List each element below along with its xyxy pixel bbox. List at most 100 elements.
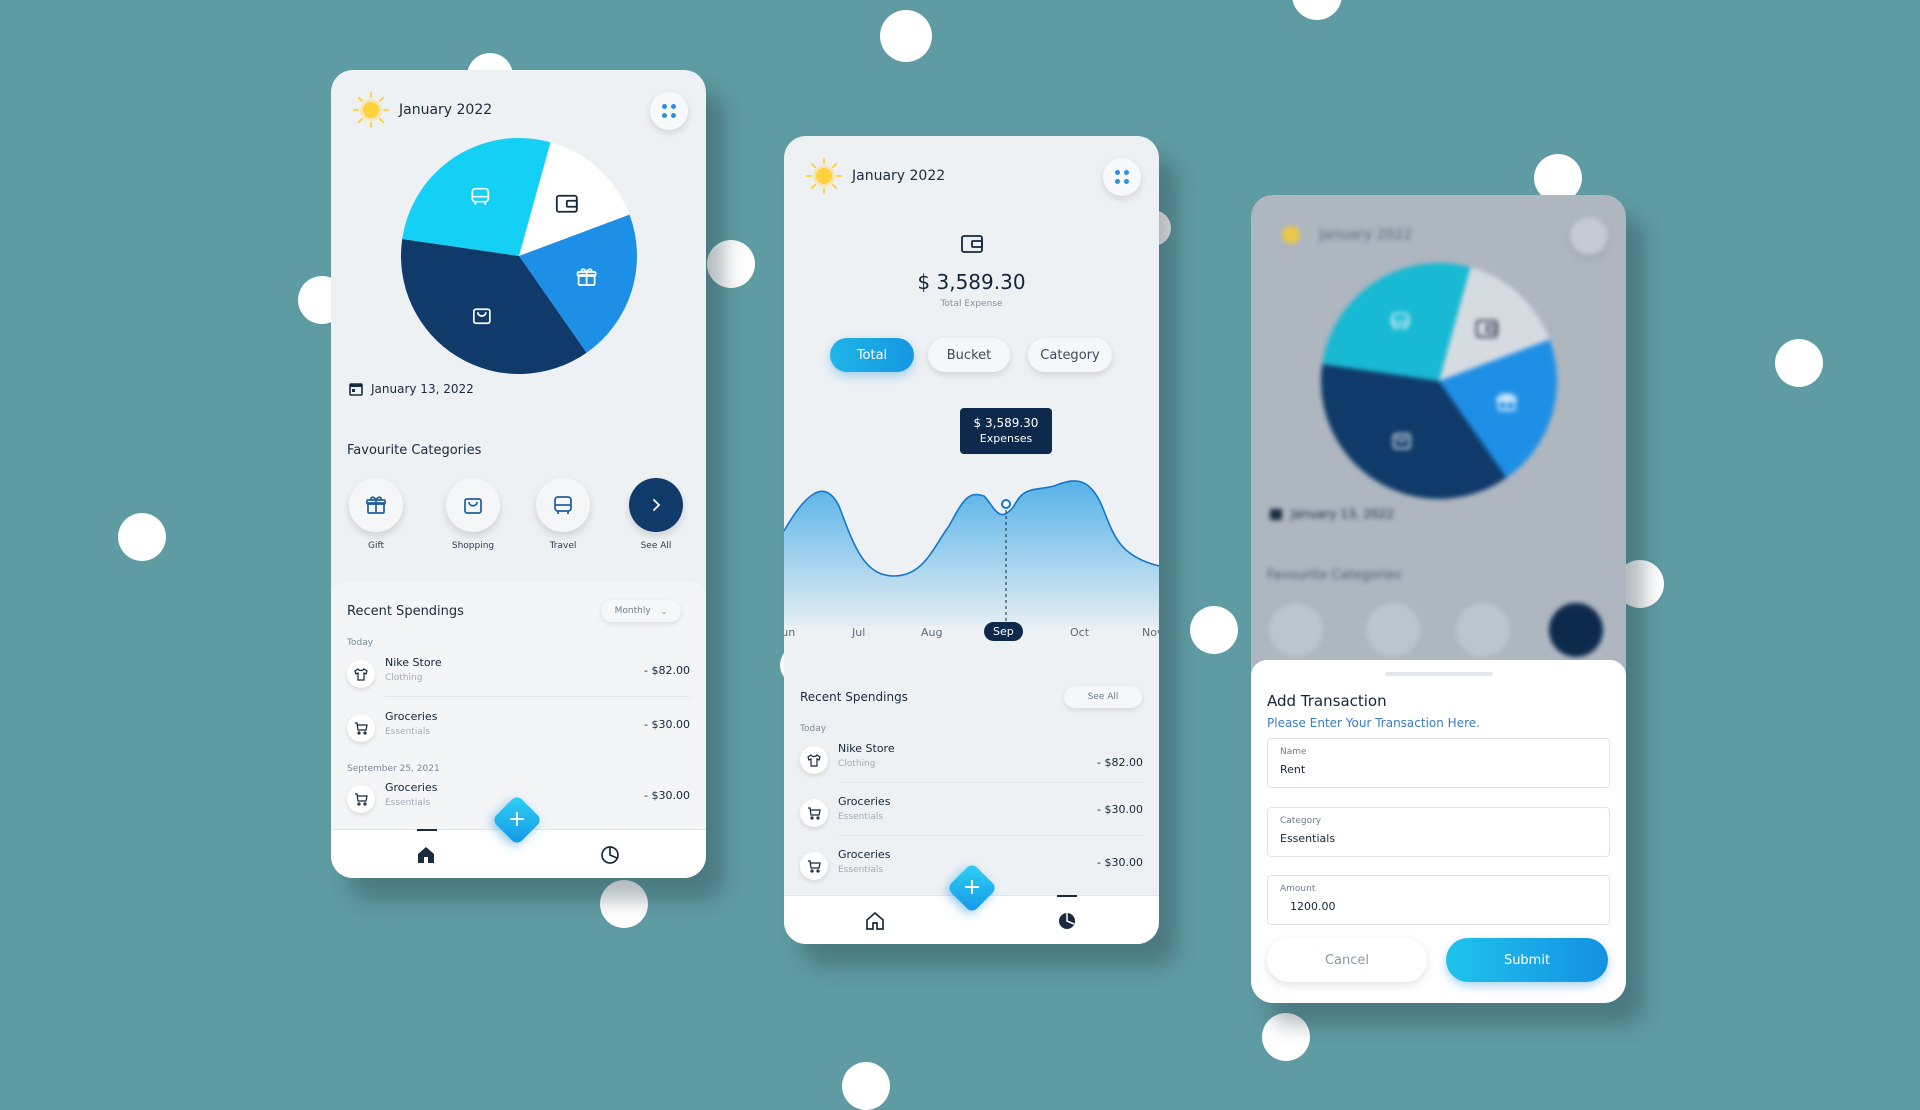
field-label: Amount [1280, 884, 1316, 894]
dot [671, 104, 676, 109]
transaction-category: Clothing [385, 673, 423, 683]
date-label: January 13, 2022 [1291, 507, 1394, 521]
submit-button[interactable]: Submit [1446, 938, 1608, 982]
menu-button[interactable] [650, 92, 688, 130]
favourite-travel[interactable]: Travel [528, 478, 598, 551]
decor-dot [880, 10, 932, 62]
phone-screen-overview: January 2022 January 13, 2022 Favourite … [331, 70, 706, 878]
date-row: January 13, 2022 [349, 382, 474, 396]
favourite-shopping[interactable]: Shopping [438, 478, 508, 551]
category-pie-chart[interactable] [401, 138, 637, 374]
month-tick[interactable]: Nov [1142, 626, 1159, 639]
transaction-amount: - $30.00 [644, 718, 690, 731]
gift-icon [366, 496, 386, 514]
favourite-label: Travel [549, 541, 577, 551]
add-transaction-sheet: Add Transaction Please Enter Your Transa… [1251, 660, 1626, 1003]
sheet-subtitle: Please Enter Your Transaction Here. [1267, 716, 1480, 730]
separator [838, 782, 1143, 783]
home-icon[interactable] [864, 910, 886, 932]
day-label: September 25, 2021 [347, 764, 440, 774]
dot [1124, 170, 1129, 175]
favourite-circle [1549, 603, 1603, 657]
recent-title: Recent Spendings [347, 604, 464, 619]
sun-icon [1282, 226, 1300, 244]
total-amount: $ 3,589.30 [917, 270, 1026, 294]
transaction-amount: - $30.00 [1097, 856, 1143, 869]
month-title: January 2022 [852, 168, 946, 184]
dot [1115, 170, 1120, 175]
period-dropdown[interactable]: Monthly ⌄ [601, 600, 681, 622]
decor-dot [118, 513, 166, 561]
month-tick[interactable]: Aug [921, 626, 942, 639]
header: January 2022 [351, 90, 492, 130]
cart-icon [347, 714, 375, 742]
selected-point[interactable] [1001, 499, 1011, 509]
cart-icon [800, 799, 828, 827]
transaction-row[interactable]: Nike Store Clothing - $82.00 [800, 736, 1143, 783]
blurred-pie-chart [1321, 263, 1557, 499]
favourites-title: Favourite Categories [347, 443, 482, 458]
see-all-button[interactable]: See All [1064, 686, 1142, 708]
transaction-amount: - $82.00 [644, 664, 690, 677]
transaction-category: Clothing [838, 759, 876, 769]
pie-chart-icon[interactable] [1056, 910, 1078, 932]
chevron-right-icon [653, 499, 661, 511]
favourite-gift[interactable]: Gift [341, 478, 411, 551]
tooltip-amount: $ 3,589.30 [973, 416, 1039, 430]
tooltip-label: Expenses [979, 432, 1033, 445]
calendar-icon [1270, 509, 1282, 520]
decor-dot [842, 1062, 890, 1110]
month-tick[interactable]: Jul [852, 626, 865, 639]
transaction-amount: - $30.00 [644, 789, 690, 802]
header: January 2022 [804, 156, 945, 196]
transaction-row[interactable]: Groceries Essentials - $30.00 [800, 789, 1143, 836]
expense-area-chart[interactable] [784, 436, 1159, 626]
transaction-name: Groceries [385, 781, 438, 794]
blurred-background: January 2022 January 13, 2022 Favourite … [1251, 195, 1626, 675]
cart-icon [347, 785, 375, 813]
decor-dot [1262, 1013, 1310, 1061]
favourite-circle [349, 478, 403, 532]
period-value: Monthly [614, 606, 651, 616]
month-title: January 2022 [1319, 227, 1413, 243]
menu-button[interactable] [1103, 158, 1141, 196]
see-all-button[interactable]: See All [621, 478, 691, 551]
amount-field[interactable]: Amount 1200.00 [1267, 875, 1610, 925]
area-fill [784, 480, 1159, 626]
month-tick-selected[interactable]: Sep [984, 622, 1023, 641]
category-field[interactable]: Category Essentials [1267, 807, 1610, 857]
segment-category[interactable]: Category [1028, 338, 1112, 372]
pie-chart-icon[interactable] [599, 844, 621, 866]
add-transaction-button[interactable]: + [491, 794, 543, 846]
cancel-button[interactable]: Cancel [1267, 938, 1427, 982]
add-transaction-button[interactable]: + [946, 862, 998, 914]
chevron-down-icon: ⌄ [660, 606, 668, 616]
transaction-row[interactable]: Groceries Essentials - $30.00 [347, 704, 690, 750]
decor-dot [600, 880, 648, 928]
transaction-row[interactable]: Nike Store Clothing - $82.00 [347, 650, 690, 697]
favourite-label: Gift [367, 541, 384, 551]
transaction-category: Essentials [385, 798, 431, 808]
pie-svg [401, 138, 637, 374]
field-value: Rent [1280, 763, 1306, 776]
dot [662, 104, 667, 109]
date-label: January 13, 2022 [371, 382, 474, 396]
month-tick[interactable]: Jun [784, 626, 795, 639]
home-icon[interactable] [415, 844, 437, 866]
transaction-amount: - $82.00 [1097, 756, 1143, 769]
name-field[interactable]: Name Rent [1267, 738, 1610, 788]
favourites-title: Favourite Categories [1267, 568, 1402, 583]
transaction-name: Groceries [838, 795, 891, 808]
plus-icon: + [962, 875, 982, 900]
sheet-title: Add Transaction [1267, 692, 1387, 710]
field-value: Essentials [1280, 832, 1336, 845]
active-indicator [417, 829, 437, 831]
shirt-icon [347, 660, 375, 688]
segment-bucket[interactable]: Bucket [928, 338, 1010, 372]
segment-total[interactable]: Total [830, 338, 914, 372]
sheet-handle [1385, 672, 1493, 676]
month-tick[interactable]: Oct [1070, 626, 1089, 639]
transaction-category: Essentials [385, 727, 431, 737]
month-title: January 2022 [399, 102, 493, 118]
dot [1115, 179, 1120, 184]
